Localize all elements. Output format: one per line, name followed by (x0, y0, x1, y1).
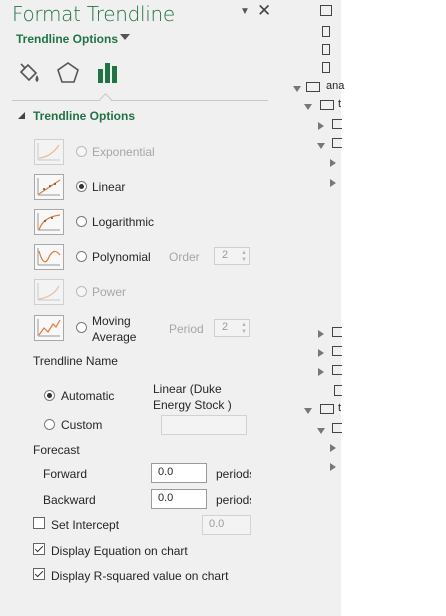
section-title[interactable]: Trendline Options (33, 109, 135, 123)
tree-folder-label[interactable]: ana (326, 80, 344, 92)
folder-open-icon[interactable] (306, 82, 320, 92)
active-tab-indicator (99, 93, 112, 106)
pane-options-dropdown-icon[interactable]: ▼ (240, 6, 250, 17)
pane-title: Format Trendline (12, 2, 175, 26)
set-intercept-checkbox[interactable] (33, 517, 45, 529)
expand-chevron-icon[interactable] (318, 349, 324, 357)
expand-chevron-icon[interactable] (330, 179, 336, 187)
folder-icon[interactable] (332, 346, 342, 356)
moving-average-label-line2[interactable]: Average (92, 330, 136, 344)
period-label: Period (169, 322, 204, 336)
trendline-options-icon[interactable] (96, 60, 122, 89)
expand-chevron-icon[interactable] (330, 463, 336, 471)
backward-label: Backward (43, 493, 96, 507)
expand-chevron-icon[interactable] (318, 122, 324, 130)
tree-subfolder-label[interactable]: t (338, 402, 341, 414)
trendline-name-heading: Trendline Name (33, 354, 118, 368)
custom-name-label[interactable]: Custom (61, 418, 102, 432)
expand-chevron-icon[interactable] (317, 428, 325, 434)
exponential-label: Exponential (92, 145, 155, 159)
folder-icon[interactable] (332, 327, 342, 337)
intercept-input: 0.0 (202, 515, 251, 535)
exponential-trendline-icon (34, 139, 64, 165)
expand-chevron-icon[interactable] (330, 159, 336, 167)
file-icon[interactable] (322, 44, 330, 55)
display-equation-checkbox[interactable] (33, 543, 45, 555)
moving-average-label-line1[interactable]: Moving (92, 314, 131, 328)
automatic-name-label[interactable]: Automatic (61, 389, 114, 403)
close-icon[interactable]: ✕ (257, 1, 271, 21)
logarithmic-trendline-icon (34, 209, 64, 235)
power-radio (76, 286, 87, 297)
order-value: 2 (222, 249, 229, 261)
stepper-up-icon: ▲ (241, 322, 247, 328)
options-category-dropdown[interactable]: Trendline Options (16, 32, 118, 46)
expand-chevron-icon[interactable] (317, 143, 325, 149)
backward-input[interactable]: 0.0 (151, 489, 207, 509)
stepper-down-icon: ▼ (241, 329, 247, 335)
automatic-name-value-line2: Energy Stock ) (153, 398, 232, 412)
polynomial-radio[interactable] (76, 251, 87, 262)
collapse-caret-icon[interactable] (18, 112, 25, 119)
linear-radio[interactable] (76, 181, 87, 192)
custom-name-radio[interactable] (44, 419, 55, 430)
forward-label: Forward (43, 467, 88, 481)
display-rsquared-label[interactable]: Display R-squared value on chart (51, 569, 228, 583)
linear-label[interactable]: Linear (92, 180, 125, 194)
chevron-down-icon[interactable] (120, 34, 130, 40)
period-value: 2 (222, 321, 229, 333)
file-tree: ana t t (288, 0, 348, 616)
logarithmic-radio[interactable] (76, 216, 87, 227)
order-stepper: 2 ▲ ▼ (214, 247, 250, 265)
expand-chevron-icon[interactable] (304, 408, 312, 414)
tree-subfolder-label[interactable]: t (338, 98, 341, 110)
linear-trendline-icon (34, 174, 64, 200)
order-label: Order (169, 250, 200, 264)
backward-unit: periods (216, 493, 251, 507)
image-file-icon[interactable] (320, 5, 332, 16)
file-icon[interactable] (334, 385, 342, 396)
expand-chevron-icon[interactable] (293, 86, 301, 92)
file-icon[interactable] (322, 26, 330, 37)
folder-icon[interactable] (332, 423, 342, 433)
polynomial-trendline-icon (34, 244, 64, 270)
automatic-name-radio[interactable] (44, 390, 55, 401)
moving-average-trendline-icon (34, 315, 64, 341)
power-trendline-icon (34, 279, 64, 305)
polynomial-label[interactable]: Polynomial (92, 250, 151, 264)
expand-chevron-icon[interactable] (318, 330, 324, 338)
tab-divider (12, 100, 268, 101)
display-rsquared-checkbox[interactable] (33, 568, 45, 580)
file-icon[interactable] (322, 62, 330, 73)
stepper-up-icon: ▲ (241, 250, 247, 256)
period-stepper: 2 ▲ ▼ (214, 319, 250, 337)
power-label: Power (92, 285, 127, 299)
forward-input[interactable]: 0.0 (151, 463, 207, 483)
forecast-heading: Forecast (33, 443, 80, 457)
custom-name-input[interactable] (161, 415, 247, 435)
fill-line-icon[interactable] (16, 60, 42, 89)
exponential-radio (76, 146, 87, 157)
expand-chevron-icon[interactable] (304, 104, 312, 110)
moving-average-radio[interactable] (76, 322, 87, 333)
expand-chevron-icon[interactable] (318, 368, 324, 376)
expand-chevron-icon[interactable] (330, 444, 336, 452)
effects-icon[interactable] (55, 60, 81, 89)
folder-icon[interactable] (332, 365, 342, 375)
folder-icon[interactable] (332, 119, 342, 129)
automatic-name-value-line1: Linear (Duke (153, 382, 222, 396)
stepper-down-icon: ▼ (241, 257, 247, 263)
folder-icon[interactable] (332, 138, 342, 148)
set-intercept-label[interactable]: Set Intercept (51, 518, 119, 532)
forward-unit: periods (216, 467, 251, 481)
logarithmic-label[interactable]: Logarithmic (92, 215, 154, 229)
display-equation-label[interactable]: Display Equation on chart (51, 544, 188, 558)
folder-open-icon[interactable] (320, 100, 334, 110)
folder-open-icon[interactable] (320, 404, 334, 414)
